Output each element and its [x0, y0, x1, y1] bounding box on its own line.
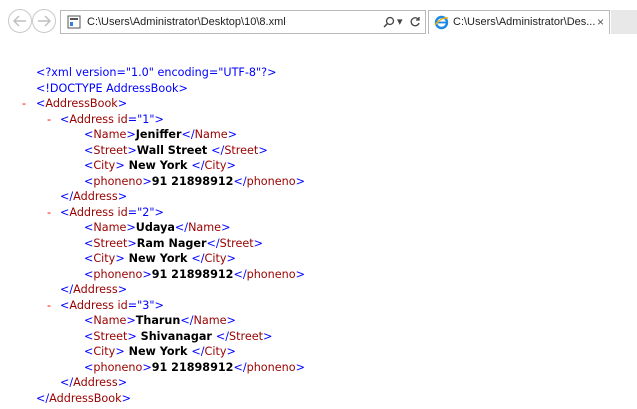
- addressbook-open-line: - <AddressBook>: [22, 97, 128, 110]
- street-value: Shivanagar: [136, 329, 216, 343]
- street-line: <Street>Wall Street </Street>: [84, 143, 268, 157]
- city-value: New York: [124, 345, 192, 358]
- address-url[interactable]: C:\Users\Administrator\Desktop\10\8.xml: [87, 16, 286, 28]
- street-line: <Street> Shivanagar </Street>: [84, 329, 273, 343]
- browser-tab[interactable]: C:\Users\Administrator\Des... ×: [428, 10, 610, 34]
- address-open-line: - <Address id="3">: [47, 298, 164, 312]
- phone-value: 91 21898912: [151, 174, 234, 188]
- name-value: Udaya: [135, 221, 175, 234]
- forward-arrow-icon: [38, 15, 51, 27]
- address-open-line: - <Address id="1">: [47, 112, 164, 126]
- name-line: <Name>Jeniffer</Name>: [84, 128, 238, 141]
- xml-document: <?xml version="1.0" encoding="UTF-8"?> <…: [0, 65, 305, 406]
- street-value: Wall Street: [136, 143, 212, 157]
- tag-name: AddressBook: [45, 97, 118, 110]
- refresh-icon[interactable]: [409, 16, 421, 28]
- collapse-toggle[interactable]: -: [47, 205, 51, 221]
- xml-declaration-line: <?xml version="1.0" encoding="UTF-8"?>: [0, 65, 276, 81]
- page-icon: [67, 15, 81, 29]
- city-value: New York: [124, 159, 192, 172]
- city-line: <City> New York </City>: [84, 252, 236, 265]
- browser-toolbar: C:\Users\Administrator\Desktop\10\8.xml …: [0, 0, 637, 44]
- name-line: <Name>Udaya</Name>: [84, 221, 231, 234]
- new-tab-button[interactable]: [611, 10, 637, 34]
- forward-button[interactable]: [32, 9, 56, 33]
- tab-close-icon[interactable]: ×: [597, 15, 604, 29]
- doctype: <!DOCTYPE AddressBook>: [36, 81, 188, 95]
- address-close-line: </Address>: [60, 190, 128, 203]
- phone-line: <phoneno>91 21898912</phoneno>: [84, 360, 305, 374]
- phone-value: 91 21898912: [151, 360, 234, 374]
- addressbook-close-line: </AddressBook>: [36, 391, 131, 405]
- phone-line: <phoneno>91 21898912</phoneno>: [84, 174, 305, 188]
- tab-title: C:\Users\Administrator\Des...: [453, 16, 596, 28]
- xml-declaration: <?xml version="1.0" encoding="UTF-8"?>: [36, 66, 277, 79]
- back-button[interactable]: [8, 9, 32, 33]
- collapse-toggle[interactable]: -: [47, 112, 51, 128]
- back-arrow-icon: [13, 15, 26, 27]
- street-line: <Street>Ram Nager</Street>: [84, 236, 264, 250]
- city-value: New York: [124, 252, 192, 265]
- collapse-toggle[interactable]: -: [22, 96, 26, 112]
- city-line: <City> New York </City>: [84, 345, 236, 358]
- phone-value: 91 21898912: [151, 267, 234, 281]
- name-value: Tharun: [135, 314, 181, 327]
- name-line: <Name>Tharun</Name>: [84, 314, 236, 327]
- doctype-line: <!DOCTYPE AddressBook>: [0, 81, 188, 97]
- search-dropdown-icon[interactable]: ▾: [397, 15, 403, 28]
- ie-icon: [434, 15, 449, 30]
- city-line: <City> New York </City>: [84, 159, 236, 172]
- name-value: Jeniffer: [135, 128, 182, 141]
- address-close-line: </Address>: [60, 283, 128, 296]
- address-bar[interactable]: C:\Users\Administrator\Desktop\10\8.xml …: [60, 10, 426, 34]
- address-close-line: </Address>: [60, 376, 128, 389]
- phone-line: <phoneno>91 21898912</phoneno>: [84, 267, 305, 281]
- collapse-toggle[interactable]: -: [47, 298, 51, 314]
- street-value: Ram Nager: [136, 236, 207, 250]
- address-open-line: - <Address id="2">: [47, 205, 164, 219]
- search-icon[interactable]: [383, 16, 395, 28]
